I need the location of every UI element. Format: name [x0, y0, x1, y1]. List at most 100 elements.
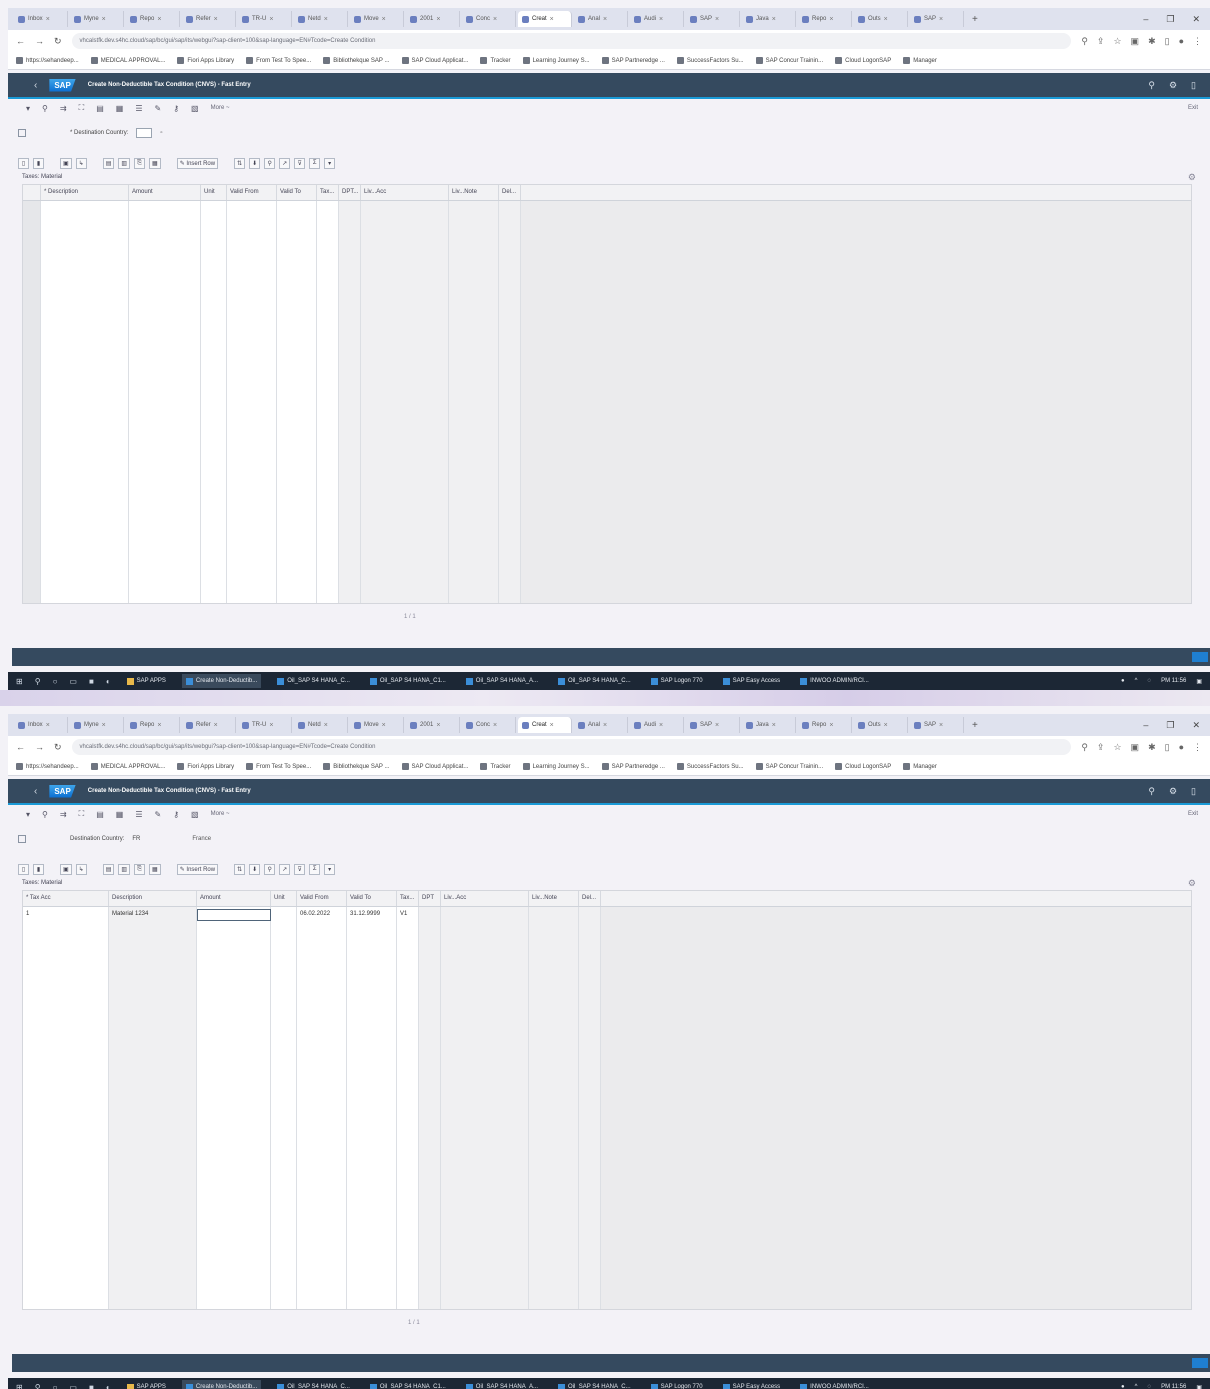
amount-column[interactable] [129, 201, 201, 603]
browser-tab[interactable]: Netd × [294, 11, 348, 27]
column-header[interactable]: Amount [129, 185, 201, 200]
taskbar-app[interactable]: SAP Logon 770 [647, 674, 707, 688]
column-header[interactable]: Liv...Note [449, 185, 499, 200]
back-icon[interactable]: ‹ [34, 786, 37, 797]
gear-icon[interactable]: ⚙ [1169, 80, 1177, 91]
browser-tab[interactable]: Inbox × [14, 717, 68, 733]
close-icon[interactable]: × [102, 722, 106, 729]
sort-desc-icon[interactable]: ⬇ [249, 157, 261, 169]
settings-icon[interactable]: ⚙ [1188, 172, 1196, 183]
insert-row-button[interactable]: ✎ Insert Row [176, 157, 219, 169]
edge-icon[interactable]: ◐ [106, 677, 111, 686]
filter-icon[interactable]: ⊽ [294, 157, 306, 169]
key-icon[interactable]: ⚷ [173, 810, 179, 819]
browser-tab[interactable]: SAP × [686, 11, 740, 27]
browser-tab[interactable]: TR-U × [238, 717, 292, 733]
column-header[interactable]: Tax... [317, 185, 339, 200]
bookmark[interactable]: Learning Journey S... [522, 763, 590, 770]
column-header[interactable]: * Tax Acc [23, 891, 109, 906]
sidebar-icon[interactable]: ▯ [1165, 742, 1170, 753]
close-icon[interactable]: × [550, 16, 554, 23]
find-icon[interactable]: ⚲ [42, 810, 48, 819]
copy-icon[interactable]: ⇉ [60, 810, 67, 819]
find-grid-icon[interactable]: ⚲ [264, 157, 276, 169]
browser-tab[interactable]: TR-U × [238, 11, 292, 27]
search-icon[interactable]: ⚲ [35, 677, 41, 686]
taskbar-app[interactable]: Oil_SAP S4 HANA_A... [462, 1380, 542, 1389]
star-icon[interactable]: ☆ [1113, 36, 1121, 47]
column-header[interactable]: Liv...Note [529, 891, 579, 906]
bookmark[interactable]: Bibliothekque SAP ... [323, 763, 390, 770]
find-grid-icon[interactable]: ⚲ [264, 863, 276, 875]
table-row[interactable]: 1 Material 1234 06.02.2022 31.12.9999 V1 [23, 909, 1191, 921]
insert-row-icon[interactable]: ▦ [149, 863, 161, 875]
bookmark[interactable]: https://sehandeep... [16, 57, 79, 64]
reload-icon[interactable]: ↻ [54, 36, 62, 47]
browser-tab[interactable]: Refer × [182, 11, 236, 27]
close-icon[interactable]: × [214, 16, 218, 23]
cut-icon[interactable]: ▤ [102, 157, 115, 169]
cut-icon[interactable]: ▤ [102, 863, 115, 875]
notification-center-icon[interactable]: ▣ [1196, 678, 1202, 685]
url-field[interactable]: vhcalstfk.dev.s4hc.cloud/sap/bc/gui/sap/… [71, 33, 1072, 49]
profile-icon[interactable]: ● [1179, 742, 1184, 753]
back-icon[interactable]: ‹ [34, 80, 37, 91]
bookmark[interactable]: Manager [903, 763, 937, 770]
browser-tab[interactable]: SAP × [910, 717, 964, 733]
taskbar-app[interactable]: Oil_SAP S4 HANA_C... [273, 674, 354, 688]
key-icon[interactable]: ⚷ [173, 104, 179, 113]
print-icon[interactable]: ▦ [116, 104, 124, 113]
close-icon[interactable]: × [382, 16, 386, 23]
edit-icon[interactable]: ✎ [154, 104, 161, 113]
taskbar-app[interactable]: Oil_SAP S4 HANA_C1... [366, 674, 450, 688]
select-all-icon[interactable]: ▣ [60, 157, 72, 169]
column-header[interactable]: Amount [197, 891, 271, 906]
taskbar-app[interactable]: Oil_SAP S4 HANA_C... [554, 674, 635, 688]
insert-row-button[interactable]: ✎ Insert Row [176, 863, 219, 875]
status-action-button[interactable] [1192, 652, 1208, 662]
browser-tab[interactable]: Inbox × [14, 11, 68, 27]
close-icon[interactable]: × [715, 722, 719, 729]
more-button[interactable]: More ~ [211, 105, 230, 111]
close-icon[interactable]: × [829, 16, 833, 23]
browser-tab[interactable]: Myne × [70, 717, 124, 733]
close-icon[interactable]: × [46, 722, 50, 729]
details-icon[interactable]: ▯ [18, 157, 29, 169]
browser-tab[interactable]: Myne × [70, 11, 124, 27]
layout-icon[interactable]: ▧ [191, 104, 199, 113]
taskbar-app[interactable]: SAP APPS [123, 1380, 170, 1389]
table-icon[interactable]: ▤ [96, 810, 104, 819]
profile-icon[interactable]: ● [1179, 36, 1184, 47]
cortana-icon[interactable]: ○ [53, 677, 58, 686]
browser-tab[interactable]: 2001 × [406, 717, 460, 733]
sum-icon[interactable]: Σ [309, 863, 321, 875]
column-header[interactable]: Valid To [347, 891, 397, 906]
table-icon[interactable]: ▤ [96, 104, 104, 113]
deselect-icon[interactable]: ↳ [75, 157, 87, 169]
share-icon[interactable]: ⇪ [1097, 36, 1105, 47]
close-icon[interactable]: × [603, 16, 607, 23]
unit-column[interactable] [201, 201, 227, 603]
browser-tab[interactable]: Outs × [854, 717, 908, 733]
bookmark[interactable]: Tracker [480, 57, 511, 64]
close-icon[interactable]: × [382, 722, 386, 729]
browser-tab[interactable]: Netd × [294, 717, 348, 733]
details-icon[interactable]: ▯ [18, 863, 29, 875]
value-help-icon[interactable]: ▫ [160, 130, 162, 136]
bookmark[interactable]: SAP Cloud Applicat... [401, 57, 468, 64]
sap-logo[interactable]: SAP [49, 78, 76, 92]
select-all-icon[interactable]: ▣ [60, 863, 72, 875]
minimize-icon[interactable]: – [1143, 720, 1148, 731]
browser-tab[interactable]: SAP × [686, 717, 740, 733]
close-icon[interactable]: × [659, 16, 663, 23]
close-icon[interactable]: × [436, 16, 440, 23]
maximize-icon[interactable]: ❐ [1166, 720, 1174, 731]
sum-icon[interactable]: Σ [309, 157, 321, 169]
settings-icon[interactable]: ⚙ [1188, 878, 1196, 889]
paste-icon[interactable]: ⎘ [134, 863, 146, 875]
close-window-icon[interactable]: ✕ [1192, 720, 1200, 731]
column-header[interactable]: DPT [419, 891, 441, 906]
close-icon[interactable]: × [436, 722, 440, 729]
tray-chevron-icon[interactable]: ^ [1135, 678, 1138, 685]
close-icon[interactable]: × [772, 722, 776, 729]
